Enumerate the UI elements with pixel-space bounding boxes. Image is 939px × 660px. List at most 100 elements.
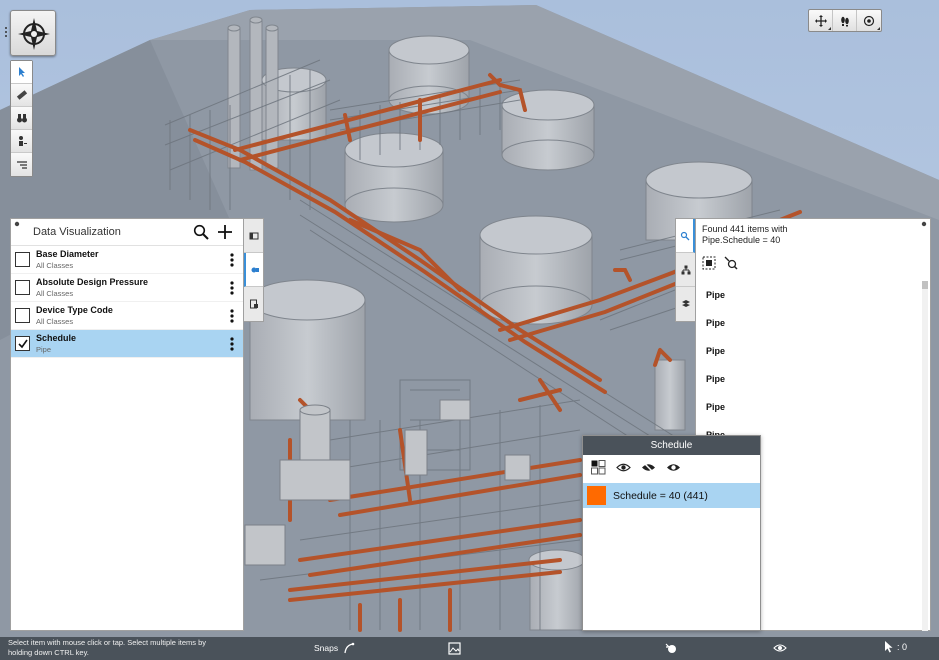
tool-stack [10,60,33,177]
drag-handle-icon[interactable] [4,26,8,38]
eye-hide-icon [642,461,655,474]
binoculars-icon [16,114,27,123]
panel-collapse-icon [249,232,258,239]
right-panel-tabs [675,218,695,322]
kebab-menu-icon [230,280,234,295]
checkbox[interactable] [15,252,30,267]
data-visualization-panel: Data Visualization Base Diameter All Cla… [10,218,244,631]
zoom-selection-icon [724,256,738,270]
eye-icon [616,463,631,472]
checkbox-checked[interactable] [15,336,30,351]
tab-hierarchy[interactable] [676,253,695,287]
list-item-text: Device Type Code All Classes [36,304,225,327]
person-icon [18,136,27,146]
select-all-button[interactable] [702,256,716,273]
left-panel-tabs [244,218,264,322]
checkbox[interactable] [15,280,30,295]
orbit-mode-button[interactable] [857,10,881,31]
image-icon [447,641,461,655]
data-visualization-header: Data Visualization [11,219,243,246]
list-item-name: Absolute Design Pressure [36,277,149,287]
results-summary: Found 441 items with Pipe.Schedule = 40 [696,219,930,249]
xray-icon [665,643,676,653]
search-results-icon [680,231,689,240]
tree-icon [16,160,27,169]
hide-button[interactable] [641,460,656,478]
visibility-toggle-button[interactable] [773,641,787,655]
select-all-icon [702,256,716,269]
tab-reports[interactable] [244,287,263,321]
legend-row[interactable]: Schedule = 40 (441) [583,483,760,508]
eye-icon [773,644,787,652]
selection-counter: : 0 [884,641,907,653]
results-toolbar [696,249,930,279]
list-item-name: Schedule [36,333,77,343]
cursor-icon [885,641,893,653]
navigation-toolbar [808,9,882,32]
list-item-name: Base Diameter [36,249,99,259]
list-item[interactable]: Pipe [696,365,922,393]
plus-icon [218,225,232,239]
hierarchy-icon [681,265,690,274]
orbit-icon [863,15,875,26]
kebab-menu-icon [230,308,234,323]
eye-isolate-icon [667,464,680,471]
list-item-subtitle: All Classes [36,289,74,298]
find-tool-button[interactable] [11,107,32,130]
list-item-subtitle: All Classes [36,317,74,326]
list-item-schedule[interactable]: Schedule Pipe [11,330,243,358]
report-icon [249,299,258,309]
list-item-device-type-code[interactable]: Device Type Code All Classes [11,302,243,330]
list-item[interactable]: Pipe [696,337,922,365]
results-scrollbar[interactable] [922,281,928,631]
kebab-menu-icon [230,336,234,351]
legend-row-label: Schedule = 40 (441) [613,489,708,502]
checkmark-icon [17,339,28,348]
measure-tool-button[interactable] [11,84,32,107]
model-tree-tool-button[interactable] [11,153,32,176]
add-button[interactable] [213,220,237,244]
xray-toggle-button[interactable] [664,641,678,655]
isolate-button[interactable] [666,460,681,478]
kebab-menu-icon [230,252,234,267]
tab-collapse-panel[interactable] [244,219,263,253]
app-menu-button[interactable] [10,10,56,56]
snaps-toggle[interactable]: Snaps [314,642,355,654]
list-item-absolute-design-pressure[interactable]: Absolute Design Pressure All Classes [11,274,243,302]
selection-count: : 0 [897,642,908,652]
search-icon [193,224,209,240]
more-options-button[interactable] [225,306,239,326]
tab-data-visualization[interactable] [244,253,263,287]
show-button[interactable] [616,460,631,478]
zoom-to-selection-button[interactable] [724,256,738,273]
list-item-subtitle: All Classes [36,261,74,270]
data-viz-icon [251,267,259,272]
walk-mode-button[interactable] [833,10,857,31]
list-item-name: Device Type Code [36,305,113,315]
snaps-label: Snaps [314,643,339,653]
more-options-button[interactable] [225,334,239,354]
list-item-base-diameter[interactable]: Base Diameter All Classes [11,246,243,274]
select-tool-button[interactable] [11,61,32,84]
avatar-tool-button[interactable] [11,130,32,153]
pointer-icon [18,67,25,77]
checkbox[interactable] [15,308,30,323]
results-count-text: Found 441 items with [702,224,788,234]
checker-grid-icon [591,460,606,475]
list-item[interactable]: Pipe [696,281,922,309]
list-item[interactable]: Pipe [696,393,922,421]
screenshot-button[interactable] [447,641,461,655]
results-query-text: Pipe.Schedule = 40 [702,235,781,245]
compass-rose-icon [18,18,50,50]
tab-search-results[interactable] [676,219,695,253]
search-button[interactable] [189,220,213,244]
schedule-legend-popup: Schedule Schedule = 40 (441) [582,435,761,631]
list-item[interactable]: Pipe [696,309,922,337]
scrollbar-thumb[interactable] [922,281,928,289]
more-options-button[interactable] [225,278,239,298]
pan-mode-button[interactable] [809,10,833,31]
more-options-button[interactable] [225,250,239,270]
tab-layers[interactable] [676,287,695,321]
color-mode-button[interactable] [591,460,606,478]
color-swatch[interactable] [587,486,606,505]
